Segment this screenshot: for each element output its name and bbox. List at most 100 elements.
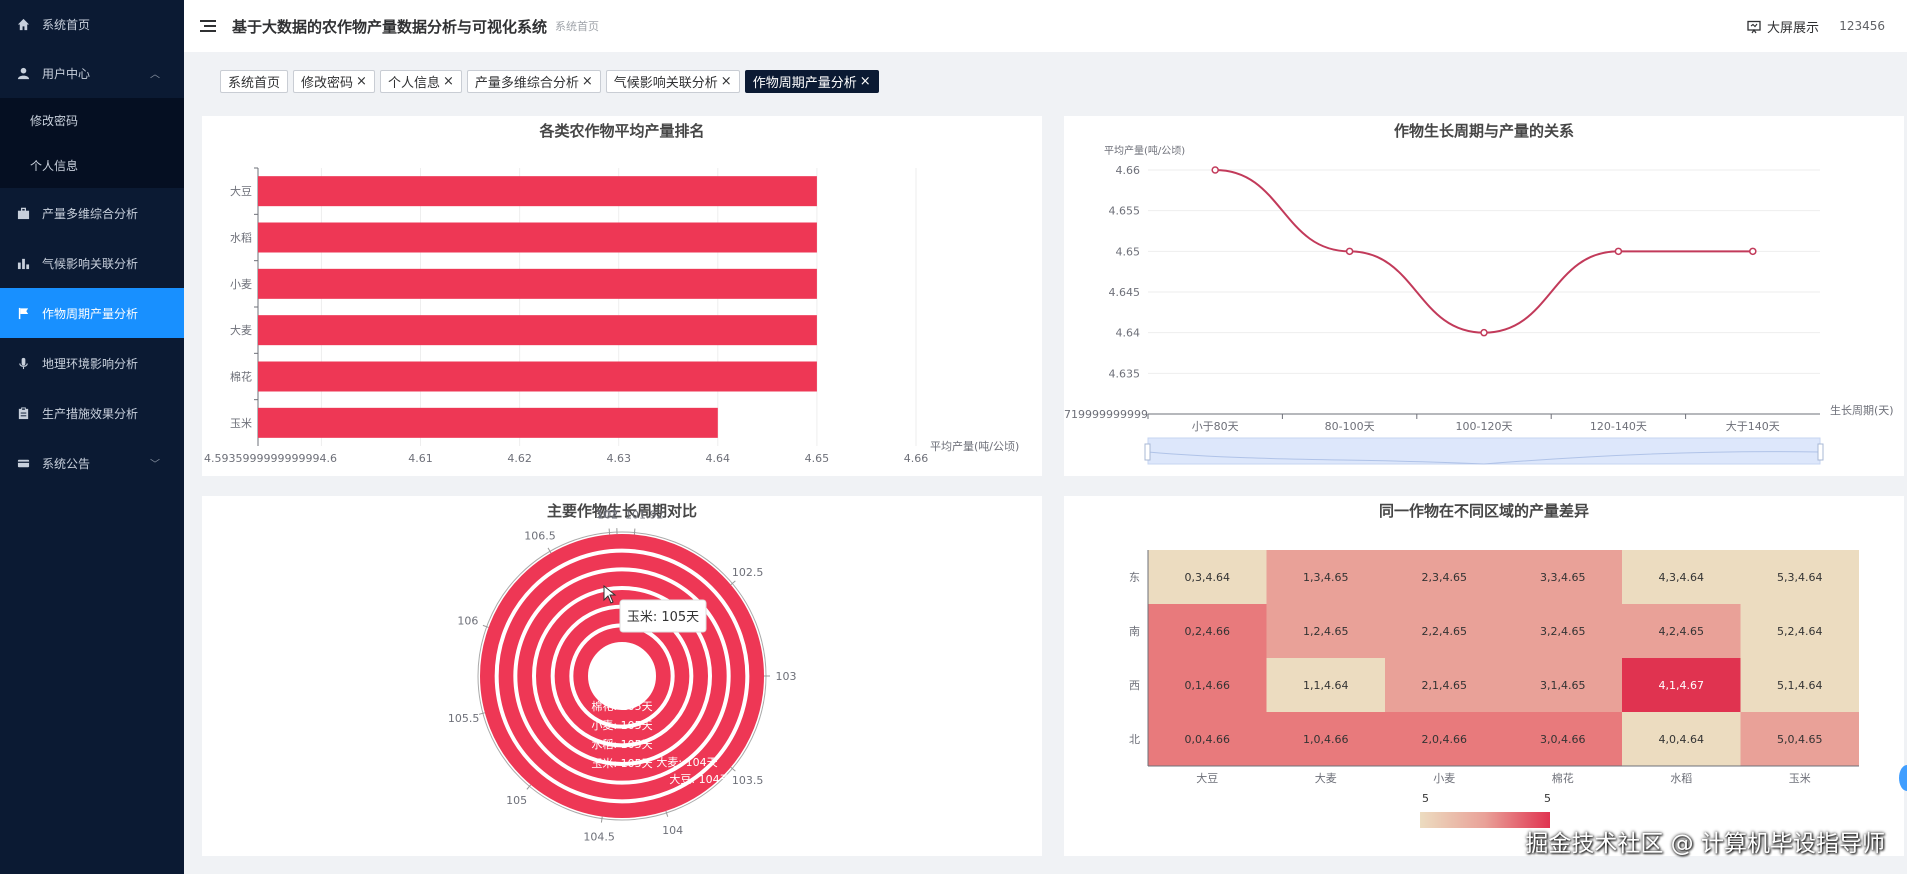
tags-view: 系统首页 修改密码 × 个人信息 × 产量多维综合分析 × 气候影响关联分析 × 作物周… [220, 70, 879, 93]
sidebar-item-home[interactable]: 系统首页 [0, 0, 184, 48]
heatmap-cell-label: 3,2,4.65 [1540, 625, 1585, 638]
sidebar-item-climate-analysis[interactable]: 气候影响关联分析 [0, 238, 184, 288]
tab-crop-cycle[interactable]: 作物周期产量分析 × [744, 70, 879, 93]
card-icon [16, 456, 30, 470]
user-icon [16, 66, 30, 80]
tab-label: 气候影响关联分析 [613, 76, 718, 91]
heatmap-cell-label: 3,3,4.65 [1540, 571, 1585, 584]
user-name[interactable]: 123456 [1839, 19, 1885, 33]
y-tick-label: 玉米 [230, 417, 252, 430]
system-title: 基于大数据的农作物产量数据分析与可视化系统 [232, 17, 548, 36]
bar-chart-icon [16, 256, 30, 270]
heatmap-cell-label: 3,1,4.65 [1540, 679, 1585, 692]
polar-chart-panel: 主要作物生长周期对比 101.92 102 102.5 103 103.5 104 104.… [202, 496, 1042, 856]
angle-tick-label: 105.5 [448, 712, 480, 725]
bar [258, 315, 817, 346]
angle-tick [482, 624, 489, 628]
breadcrumb[interactable]: 系统首页 [555, 18, 599, 34]
series-label: 玉米: 105天 [591, 757, 652, 770]
heatmap-cell-label: 4,3,4.64 [1659, 571, 1704, 584]
y-tick-label: 大麦 [230, 323, 252, 337]
sidebar-item-crop-cycle[interactable]: 作物周期产量分析 [0, 288, 184, 338]
y-tick-label: 西 [1129, 679, 1140, 692]
y-tick-label: 南 [1129, 625, 1140, 638]
x-tick-label: 玉米 [1789, 772, 1811, 785]
x-tick-label: 4.63 [606, 452, 631, 465]
y-tick-label: 4.64 [1116, 327, 1141, 340]
bar-chart[interactable]: 大豆水稻小麦大麦棉花玉米 4.5935999999999994.6 4.61 4.62… [202, 116, 1042, 476]
sidebar-item-label: 生产措施效果分析 [42, 406, 139, 421]
polar-chart[interactable]: 101.92102102.5103103.5104104.5105105.510… [202, 496, 1042, 856]
menu-toggle-icon[interactable] [200, 20, 220, 32]
heatmap-panel: 同一作物在不同区域的产量差异 0,3,4.64 1,3,4.65 2,3,4.65 3… [1064, 496, 1904, 856]
heatmap-cell-label: 4,2,4.65 [1659, 625, 1704, 638]
sidebar-subitem-profile[interactable]: 个人信息 [0, 143, 184, 188]
x-tick-label: 小于80天 [1192, 420, 1239, 433]
y-tick-label: 小麦 [230, 278, 252, 291]
tab-label: 系统首页 [228, 76, 281, 91]
sidebar-subitem-change-password[interactable]: 修改密码 [0, 98, 184, 143]
heatmap-cell-label: 5,1,4.64 [1777, 679, 1822, 692]
series-label: 棉花: 105天 [591, 699, 652, 713]
line-chart-panel: 作物生长周期与产量的关系 4.66 4.655 4.65 4.645 4.64 4.635… [1064, 116, 1904, 476]
visualmap-max-label: 5 [1544, 792, 1551, 805]
bar [258, 407, 718, 438]
big-screen-button[interactable]: 大屏展示 [1747, 17, 1819, 36]
chevron-up-icon: ︿ [150, 69, 160, 81]
angle-tick-label: 101.92 [625, 509, 664, 522]
datazoom-handle-right [1817, 443, 1824, 461]
close-icon[interactable]: × [860, 74, 871, 89]
home-icon [16, 17, 30, 31]
sidebar-item-announcement[interactable]: 系统公告 ﹀ [0, 438, 184, 488]
y-tick-label: 大豆 [230, 184, 252, 198]
tab-change-password[interactable]: 修改密码 × [293, 70, 375, 93]
x-tick-label: 4.62 [507, 452, 532, 465]
angle-tick-label: 105 [506, 794, 527, 807]
sidebar-item-label: 作物周期产量分析 [42, 306, 139, 321]
x-axis-name: 生长周期(天) [1830, 403, 1894, 417]
tab-yield-analysis[interactable]: 产量多维综合分析 × [466, 70, 601, 93]
sidebar-subitem-label: 个人信息 [30, 159, 79, 173]
angle-tick-label: 106 [457, 615, 478, 628]
series-label: 大麦: 104天 [656, 755, 717, 769]
heatmap-cell-label: 4,1,4.67 [1659, 679, 1704, 692]
tab-home[interactable]: 系统首页 [220, 70, 289, 93]
angle-tick [633, 528, 636, 535]
y-axis-name: 平均产量(吨/公顷) [1104, 144, 1185, 157]
x-tick-label: 小麦 [1433, 772, 1455, 785]
heatmap-cell-label: 1,1,4.64 [1303, 679, 1348, 692]
x-tick-label: 4.61 [408, 452, 433, 465]
data-point [1749, 247, 1757, 256]
series-label: 小麦: 105天 [591, 719, 652, 732]
angle-tick-label: 106.5 [524, 530, 556, 543]
tooltip-text: 玉米: 105天 [627, 610, 699, 625]
sidebar-item-geo-analysis[interactable]: 地理环境影响分析 [0, 338, 184, 388]
sidebar-item-label: 气候影响关联分析 [42, 256, 139, 271]
datazoom-handle-left [1144, 443, 1151, 461]
tab-climate-analysis[interactable]: 气候影响关联分析 × [605, 70, 740, 93]
x-tick-label: 4.64 [706, 452, 731, 465]
sidebar-item-user-center[interactable]: 用户中心 ︿ [0, 48, 184, 98]
close-icon[interactable]: × [582, 74, 593, 89]
sidebar-item-measure-analysis[interactable]: 生产措施效果分析 [0, 388, 184, 438]
sidebar: 系统首页 用户中心 ︿ 修改密码 个人信息 产量多维综合分析 气候影响关联分析 … [0, 0, 184, 874]
line-chart[interactable]: 4.66 4.655 4.65 4.645 4.64 4.635 719999999999 平… [1064, 116, 1904, 476]
x-tick-label: 水稻 [1670, 772, 1692, 785]
tab-profile[interactable]: 个人信息 × [379, 70, 462, 93]
microphone-icon [16, 356, 30, 370]
bar-chart-panel: 各类农作物平均产量排名 大豆 水稻 小麦 大麦 棉花 玉米 4.59359999999999… [202, 116, 1042, 476]
visualmap-min-label: 5 [1422, 792, 1429, 805]
data-point [1614, 247, 1623, 256]
close-icon[interactable]: × [356, 74, 367, 89]
bar [258, 268, 817, 299]
y-tick-label: 4.65 [1116, 245, 1141, 258]
data-point [1345, 247, 1354, 256]
heatmap-cell-label: 2,2,4.65 [1422, 625, 1467, 638]
top-header: 基于大数据的农作物产量数据分析与可视化系统 系统首页 大屏展示 123456 [184, 0, 1907, 52]
close-icon[interactable]: × [443, 74, 454, 89]
watermark: 掘金技术社区 @ 计算机毕设指导师 [1525, 831, 1885, 857]
close-icon[interactable]: × [721, 74, 732, 89]
bar [258, 222, 817, 253]
sidebar-item-yield-analysis[interactable]: 产量多维综合分析 [0, 188, 184, 238]
heatmap-chart[interactable]: 0,3,4.64 1,3,4.65 2,3,4.65 3,3,4.65 4,3,4.64… [1064, 496, 1904, 856]
